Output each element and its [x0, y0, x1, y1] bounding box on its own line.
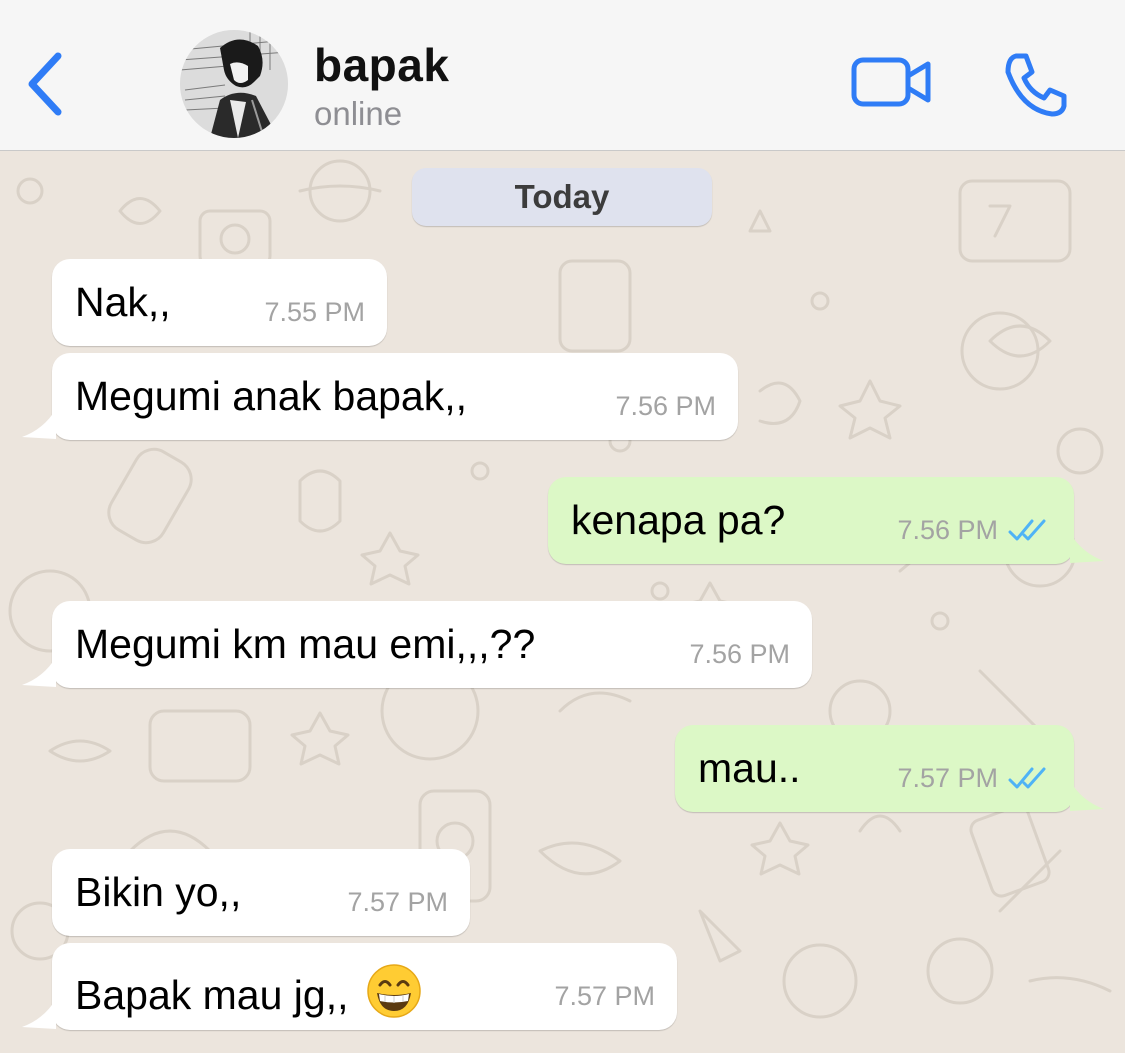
bubble-tail [1070, 781, 1104, 811]
bubble-tail [22, 657, 56, 687]
grinning-face-with-smiling-eyes-icon [367, 964, 421, 1018]
message-time: 7.57 PM [347, 887, 448, 917]
message-bubble[interactable]: kenapa pa? 7.56 PM [548, 477, 1074, 564]
message-bubble[interactable]: Nak,, 7.55 PM [52, 259, 387, 346]
contact-status: online [314, 95, 403, 132]
message-text: Nak,, [75, 279, 171, 325]
avatar[interactable] [180, 30, 288, 138]
message-text: Bikin yo,, [75, 869, 242, 915]
double-check-icon [1008, 519, 1046, 541]
phone-icon [1005, 53, 1067, 117]
date-separator: Today [412, 168, 712, 226]
message-time: 7.56 PM [615, 391, 716, 421]
chevron-left-icon [28, 52, 62, 116]
message-text-wrapper: Bapak mau jg,, [75, 963, 422, 1019]
message-bubble[interactable]: Bapak mau jg,, 7.57 PM [52, 943, 677, 1030]
message-text: Megumi km mau emi,,,?? [75, 621, 536, 667]
video-call-button[interactable] [850, 52, 934, 112]
message-list[interactable]: Today Nak,, 7.55 PM Megumi anak bapak,, … [0, 151, 1125, 1053]
message-time: 7.56 PM [897, 515, 998, 545]
message-time: 7.56 PM [689, 639, 790, 669]
bubble-tail [22, 999, 56, 1029]
message-time: 7.57 PM [554, 981, 655, 1011]
message-text: mau.. [698, 745, 801, 791]
message-time: 7.55 PM [264, 297, 365, 327]
double-check-icon [1008, 767, 1046, 789]
message-text: kenapa pa? [571, 497, 786, 543]
message-bubble[interactable]: Bikin yo,, 7.57 PM [52, 849, 470, 936]
back-button[interactable] [22, 48, 72, 120]
message-time: 7.57 PM [897, 763, 998, 793]
bubble-tail [22, 409, 56, 439]
contact-photo [180, 30, 288, 138]
video-camera-icon [851, 57, 931, 107]
bubble-tail [1070, 533, 1104, 563]
chat-screen: bapak online Today Nak,, 7.55 PM Megumi … [0, 0, 1125, 1053]
message-bubble[interactable]: mau.. 7.57 PM [675, 725, 1074, 812]
message-text: Megumi anak bapak,, [75, 373, 468, 419]
voice-call-button[interactable] [1000, 50, 1070, 120]
message-bubble[interactable]: Megumi anak bapak,, 7.56 PM [52, 353, 738, 440]
contact-name[interactable]: bapak [314, 38, 449, 92]
message-text: Bapak mau jg,, [75, 972, 349, 1018]
chat-header: bapak online [0, 0, 1125, 151]
message-bubble[interactable]: Megumi km mau emi,,,?? 7.56 PM [52, 601, 812, 688]
